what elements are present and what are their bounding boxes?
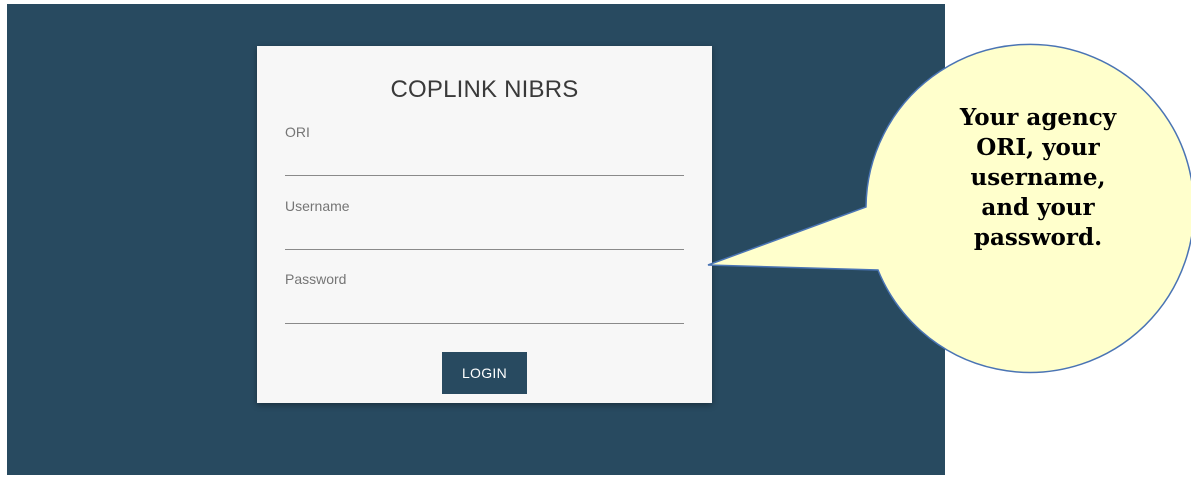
login-button[interactable]: LOGIN bbox=[442, 352, 527, 394]
callout-line: username, bbox=[970, 164, 1106, 191]
callout-text: Your agency ORI, your username, and your… bbox=[918, 103, 1158, 253]
username-input[interactable] bbox=[285, 222, 684, 250]
ori-input[interactable] bbox=[285, 148, 684, 176]
password-input[interactable] bbox=[285, 296, 684, 324]
ori-field-group: ORI bbox=[285, 124, 684, 176]
password-label: Password bbox=[285, 271, 347, 287]
callout-line: and your bbox=[981, 194, 1095, 221]
callout-line: ORI, your bbox=[976, 134, 1100, 161]
username-label: Username bbox=[285, 198, 350, 214]
password-field-group: Password bbox=[285, 271, 684, 324]
login-title: COPLINK NIBRS bbox=[390, 76, 579, 103]
callout-line: Your agency bbox=[959, 104, 1117, 131]
login-card: COPLINK NIBRS ORI Username Password LOGI… bbox=[257, 46, 712, 403]
screenshot-stage: COPLINK NIBRS ORI Username Password LOGI… bbox=[0, 0, 1191, 477]
ori-label: ORI bbox=[285, 124, 310, 140]
username-field-group: Username bbox=[285, 198, 684, 250]
callout-line: password. bbox=[973, 224, 1103, 251]
